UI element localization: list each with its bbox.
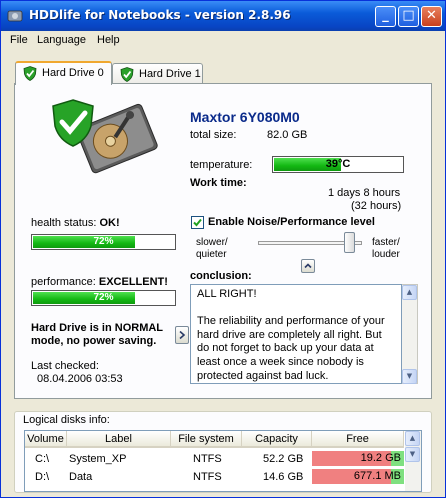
temperature-label: temperature: <box>190 159 253 171</box>
health-label-text: health status: <box>31 217 97 229</box>
slider-right-label-2: louder <box>372 249 400 260</box>
performance-bar: 72% <box>31 290 176 306</box>
performance-label: performance: EXCELLENT! <box>31 276 168 288</box>
menu-language[interactable]: Language <box>37 34 86 46</box>
conclusion-body: The reliability and performance of your … <box>197 315 385 382</box>
tab-hard-drive-0[interactable]: Hard Drive 0 <box>15 61 112 85</box>
column-header-label[interactable]: Label <box>67 431 171 448</box>
health-status-label: health status: OK! <box>31 217 120 229</box>
scroll-down-button[interactable]: ▼ <box>405 447 420 462</box>
column-header-volume[interactable]: Volume <box>25 431 67 448</box>
last-checked-label: Last checked: <box>31 360 99 372</box>
logical-disks-table: Volume Label File system Capacity Free C… <box>24 430 422 492</box>
logical-disks-title: Logical disks info: <box>23 414 110 426</box>
title-bar[interactable]: HDDlife for Notebooks - version 2.8.96 _… <box>1 1 445 31</box>
column-header-free[interactable]: Free <box>312 431 404 448</box>
row-capacity: 52.2 GB <box>263 453 304 465</box>
app-window: HDDlife for Notebooks - version 2.8.96 _… <box>0 0 446 498</box>
total-size-label: total size: <box>190 129 237 141</box>
menu-help[interactable]: Help <box>97 34 120 46</box>
row-label: System_XP <box>69 453 127 465</box>
health-percent: 72% <box>93 236 114 247</box>
conclusion-headline: ALL RIGHT! <box>197 288 257 300</box>
drive-panel: Maxtor 6Y080M0 total size: 82.0 GB tempe… <box>14 83 432 399</box>
health-bar: 72% <box>31 234 176 250</box>
row-capacity: 14.6 GB <box>263 471 304 483</box>
noise-level-checkbox[interactable] <box>191 216 204 229</box>
scroll-up-button[interactable]: ▲ <box>405 431 420 446</box>
column-header-capacity[interactable]: Capacity <box>242 431 312 448</box>
temperature-value: 39°C <box>325 158 351 170</box>
window-title: HDDlife for Notebooks - version 2.8.96 <box>29 8 291 22</box>
row-volume: D:\ <box>35 471 50 483</box>
scroll-up-button[interactable]: ▲ <box>402 285 417 300</box>
row-file-system: NTFS <box>193 453 222 465</box>
tab-label: Hard Drive 1 <box>139 68 201 80</box>
shield-check-icon <box>23 66 37 81</box>
maximize-button[interactable]: □ <box>398 6 419 27</box>
total-size-value: 82.0 GB <box>267 129 308 141</box>
logical-disks-group: Logical disks info: Volume Label File sy… <box>14 411 432 493</box>
row-free: 19.2 GB <box>312 451 404 466</box>
performance-value: EXCELLENT! <box>98 276 168 288</box>
row-volume: C:\ <box>35 453 50 465</box>
row-file-system: NTFS <box>193 471 222 483</box>
last-checked-value: 08.04.2006 03:53 <box>37 373 123 385</box>
menu-bar: File Language Help <box>1 31 445 51</box>
tab-hard-drive-1[interactable]: Hard Drive 1 <box>112 63 203 85</box>
chevron-up-icon <box>304 263 312 269</box>
row-free: 677.1 MB <box>312 469 404 484</box>
conclusion-text-box[interactable]: ALL RIGHT! The reliability and performan… <box>190 284 402 384</box>
close-button[interactable]: ✕ <box>421 6 442 27</box>
checkmark-icon <box>193 218 202 227</box>
slider-left-label-1: slower/ <box>196 237 228 248</box>
temperature-bar: 39°C <box>272 156 404 173</box>
conclusion-label: conclusion: <box>190 270 252 282</box>
table-scrollbar[interactable]: ▲ ▼ <box>405 431 421 491</box>
health-status-value: OK! <box>99 217 120 229</box>
hard-drive-shield-icon <box>52 99 158 174</box>
app-icon <box>7 10 23 22</box>
noise-level-label: Enable Noise/Performance level <box>208 216 375 228</box>
mode-text-line-1: Hard Drive is in NORMAL <box>31 322 164 334</box>
drive-model: Maxtor 6Y080M0 <box>190 109 300 125</box>
performance-label-text: performance: <box>31 276 96 288</box>
work-time-value: 1 days 8 hours <box>328 187 401 199</box>
chevron-right-icon <box>179 330 186 340</box>
power-details-button[interactable] <box>175 326 189 344</box>
mode-text-line-2: mode, no power saving. <box>31 335 157 347</box>
minimize-button[interactable]: _ <box>375 6 396 27</box>
scroll-down-button[interactable]: ▼ <box>402 369 417 384</box>
menu-file[interactable]: File <box>10 34 28 46</box>
collapse-button[interactable] <box>301 259 315 273</box>
row-label: Data <box>69 471 93 483</box>
slider-right-label-1: faster/ <box>372 237 400 248</box>
shield-check-icon <box>120 67 134 82</box>
performance-percent: 72% <box>93 292 114 303</box>
conclusion-scrollbar[interactable]: ▲ ▼ <box>402 284 418 384</box>
noise-slider-thumb[interactable] <box>344 232 355 253</box>
slider-left-label-2: quieter <box>196 249 227 260</box>
column-header-file-system[interactable]: File system <box>171 431 242 448</box>
work-time-label: Work time: <box>190 177 247 189</box>
tab-label: Hard Drive 0 <box>42 67 104 79</box>
work-time-hours: (32 hours) <box>351 200 402 212</box>
